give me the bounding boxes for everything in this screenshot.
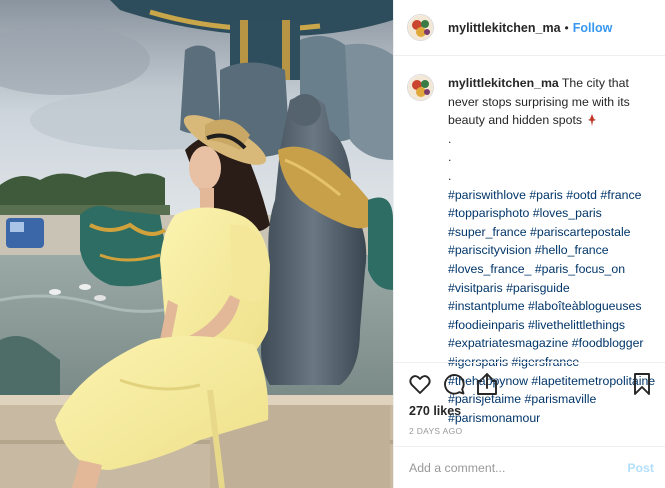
- hashtag-line[interactable]: #pariscityvision #hello_france: [448, 241, 659, 260]
- hashtag-text[interactable]: #foodieinparis #livethelittlethings: [448, 318, 625, 332]
- post-sidebar: mylittlekitchen_ma • Follow mylittlekitc…: [393, 0, 665, 488]
- caption-body: mylittlekitchen_ma The city that never s…: [448, 74, 659, 425]
- post-photo[interactable]: [0, 0, 393, 488]
- follow-button[interactable]: Follow: [573, 21, 613, 35]
- caption: mylittlekitchen_ma The city that never s…: [407, 74, 659, 425]
- hashtag-line[interactable]: #visitparis #parisguide: [448, 279, 659, 298]
- caption-dot: .: [448, 131, 452, 146]
- caption-dot: .: [448, 150, 452, 165]
- caption-text-block: mylittlekitchen_ma The city that never s…: [448, 74, 659, 130]
- comment-bar: Post: [394, 446, 665, 488]
- hashtag-line[interactable]: #instantplume #laboîteàblogueuses: [448, 297, 659, 316]
- comment-input[interactable]: [409, 458, 609, 478]
- hashtag-line[interactable]: #super_france #pariscartepostale: [448, 223, 659, 242]
- hashtag-text[interactable]: #pariscityvision #hello_france: [448, 243, 609, 257]
- hashtag-text[interactable]: #visitparis #parisguide: [448, 281, 570, 295]
- hashtag-line[interactable]: #pariswithlove #paris #ootd #france: [448, 186, 659, 205]
- share-icon[interactable]: [475, 372, 499, 396]
- comment-bubble-icon[interactable]: [442, 372, 466, 396]
- hashtag-text[interactable]: #pariswithlove #paris #ootd #france: [448, 188, 641, 202]
- hashtag-line[interactable]: #expatriatesmagazine #foodblogger: [448, 334, 659, 353]
- caption-dots: . . .: [448, 130, 659, 186]
- caption-username[interactable]: mylittlekitchen_ma: [448, 76, 559, 90]
- fountain-photo: [0, 0, 393, 488]
- separator-dot: •: [564, 20, 569, 35]
- post-comment-button[interactable]: Post: [627, 461, 654, 475]
- hashtag-line[interactable]: #loves_france_ #paris_focus_on: [448, 260, 659, 279]
- caption-avatar[interactable]: [407, 74, 434, 101]
- hashtag-line[interactable]: #topparisphoto #loves_paris: [448, 204, 659, 223]
- post-actions: 270 likes 2 DAYS AGO: [394, 362, 665, 444]
- hashtag-text[interactable]: #loves_france_ #paris_focus_on: [448, 262, 625, 276]
- hashtag-text[interactable]: #topparisphoto #loves_paris: [448, 206, 602, 220]
- caption-dot: .: [448, 168, 452, 183]
- hashtag-text[interactable]: #expatriatesmagazine #foodblogger: [448, 336, 644, 350]
- hashtag-line[interactable]: #foodieinparis #livethelittlethings: [448, 316, 659, 335]
- avatar[interactable]: [407, 14, 434, 41]
- pin-emoji: [588, 114, 597, 127]
- hashtag-text[interactable]: #instantplume #laboîteàblogueuses: [448, 299, 641, 313]
- post-header: mylittlekitchen_ma • Follow: [394, 0, 665, 56]
- bookmark-icon[interactable]: [630, 372, 654, 396]
- action-icons: [408, 372, 654, 396]
- username[interactable]: mylittlekitchen_ma: [448, 21, 561, 35]
- post-date[interactable]: 2 DAYS AGO: [409, 426, 462, 436]
- heart-icon[interactable]: [408, 372, 432, 396]
- hashtag-text[interactable]: #super_france #pariscartepostale: [448, 225, 631, 239]
- like-count[interactable]: 270 likes: [409, 404, 461, 418]
